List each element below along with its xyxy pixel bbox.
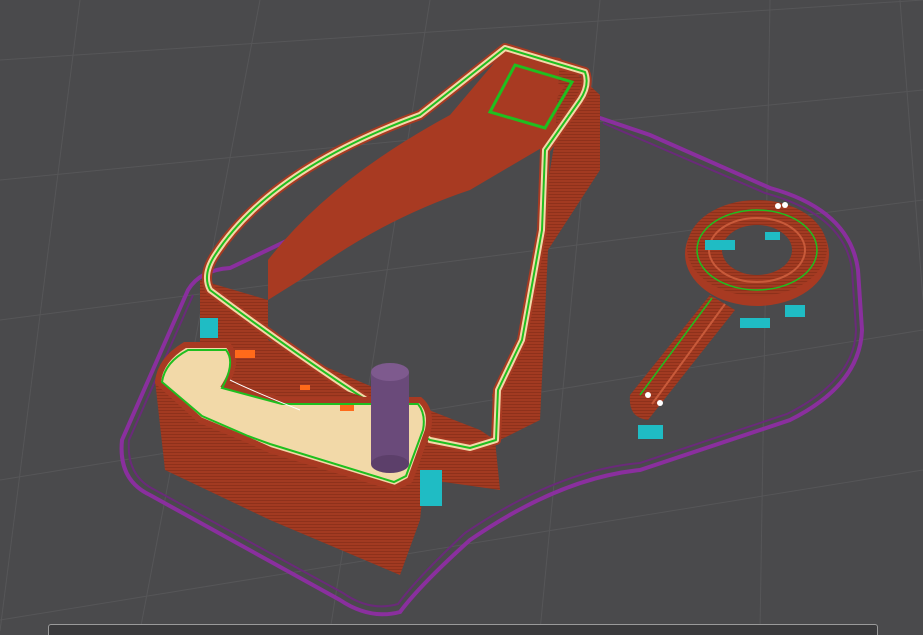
purple-column[interactable] [371,363,409,473]
3d-preview-viewport[interactable] [0,0,923,631]
bottom-toolbar[interactable] [48,624,878,635]
key-ring-part[interactable] [629,200,829,439]
